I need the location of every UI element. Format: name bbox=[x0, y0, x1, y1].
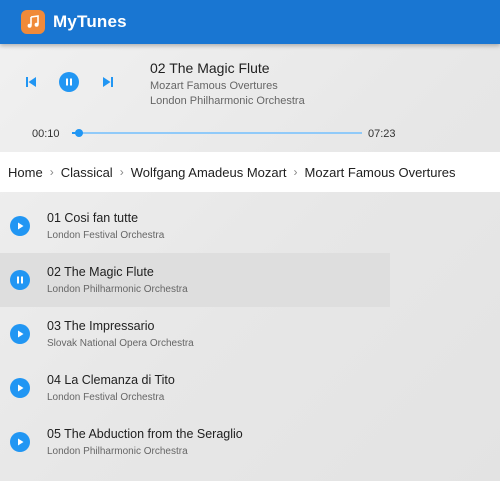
music-note-icon bbox=[21, 10, 45, 34]
breadcrumb-separator: › bbox=[49, 165, 54, 179]
track-artist: London Festival Orchestra bbox=[47, 392, 165, 403]
app-bar: MyTunes bbox=[0, 0, 500, 44]
track-title: 02 The Magic Flute bbox=[47, 265, 154, 279]
track-row[interactable]: 01 Cosi fan tutte London Festival Orches… bbox=[0, 199, 390, 253]
track-title: 01 Cosi fan tutte bbox=[47, 211, 139, 225]
current-time: 00:10 bbox=[32, 128, 60, 140]
track-row[interactable]: 03 The Impressario Slovak National Opera… bbox=[0, 307, 390, 361]
play-icon[interactable] bbox=[10, 378, 30, 398]
breadcrumb-artist[interactable]: Wolfgang Amadeus Mozart bbox=[131, 165, 287, 180]
app-title: MyTunes bbox=[53, 12, 127, 31]
breadcrumb: Home › Classical › Wolfgang Amadeus Moza… bbox=[0, 152, 500, 192]
now-playing-artist: London Philharmonic Orchestra bbox=[150, 95, 305, 107]
progress-track[interactable] bbox=[72, 132, 362, 134]
track-row-active[interactable]: 02 The Magic Flute London Philharmonic O… bbox=[0, 253, 390, 307]
pause-icon[interactable] bbox=[10, 270, 30, 290]
breadcrumb-separator: › bbox=[119, 165, 124, 179]
progress-thumb[interactable] bbox=[74, 129, 83, 137]
track-artist: London Festival Orchestra bbox=[47, 230, 165, 241]
breadcrumb-separator: › bbox=[293, 165, 298, 179]
now-playing-album: Mozart Famous Overtures bbox=[150, 80, 278, 92]
track-title: 03 The Impressario bbox=[47, 319, 155, 333]
skip-previous-icon[interactable] bbox=[22, 73, 40, 91]
track-artist: London Philharmonic Orchestra bbox=[47, 446, 188, 457]
breadcrumb-genre[interactable]: Classical bbox=[61, 165, 113, 180]
track-row[interactable]: 04 La Clemanza di Tito London Festival O… bbox=[0, 361, 390, 415]
play-icon[interactable] bbox=[10, 324, 30, 344]
track-title: 04 La Clemanza di Tito bbox=[47, 373, 175, 387]
play-icon[interactable] bbox=[10, 216, 30, 236]
track-title: 05 The Abduction from the Seraglio bbox=[47, 427, 243, 441]
track-artist: London Philharmonic Orchestra bbox=[47, 284, 188, 295]
skip-next-icon[interactable] bbox=[99, 73, 117, 91]
total-time: 07:23 bbox=[368, 128, 396, 140]
breadcrumb-album[interactable]: Mozart Famous Overtures bbox=[305, 165, 456, 180]
track-row[interactable]: 05 The Abduction from the Seraglio Londo… bbox=[0, 415, 390, 469]
track-artist: Slovak National Opera Orchestra bbox=[47, 338, 194, 349]
breadcrumb-home[interactable]: Home bbox=[8, 165, 43, 180]
now-playing-title: 02 The Magic Flute bbox=[150, 60, 270, 76]
pause-icon[interactable] bbox=[59, 72, 79, 92]
play-icon[interactable] bbox=[10, 432, 30, 452]
